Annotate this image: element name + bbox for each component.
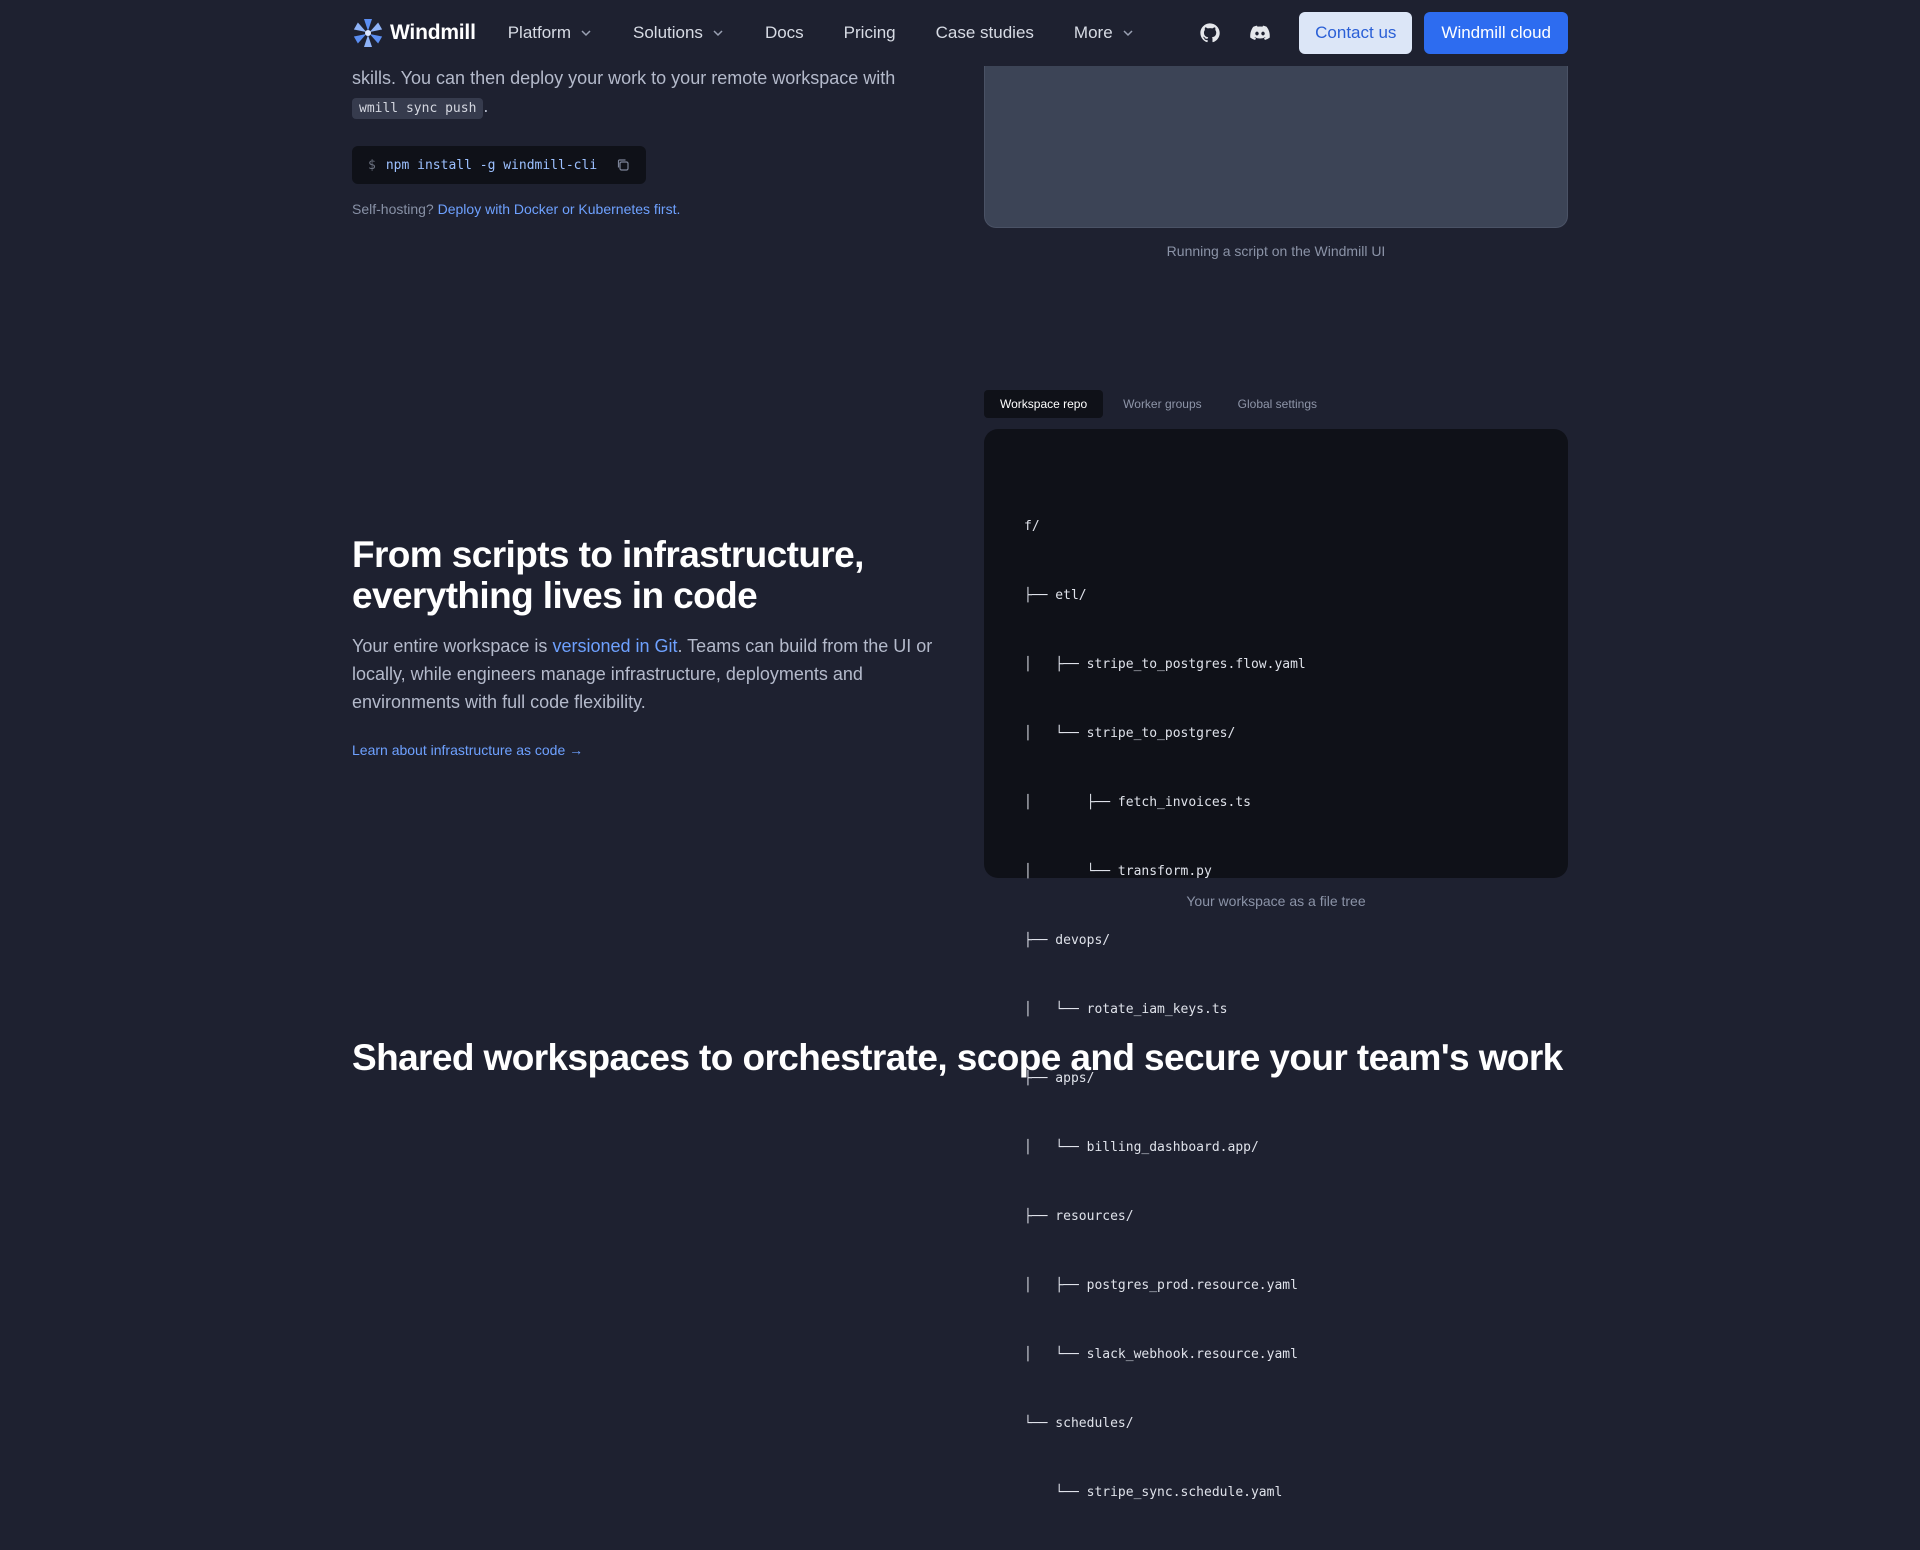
tab-workspace-repo[interactable]: Workspace repo — [984, 390, 1104, 418]
infra-title-line-2: everything lives in code — [352, 575, 758, 616]
file-tree-panel: f/ ├── etl/ │ ├── stripe_to_postgres.flo… — [984, 429, 1568, 1500]
brand-logo[interactable]: Windmill — [352, 17, 476, 49]
windmill-logo-icon — [353, 19, 383, 47]
file-tree: f/ ├── etl/ │ ├── stripe_to_postgres.flo… — [1024, 469, 1306, 1550]
tab-worker-groups[interactable]: Worker groups — [1107, 390, 1217, 418]
tree-line: ├── devops/ — [1024, 933, 1111, 948]
nav-item-label: Case studies — [935, 23, 1034, 42]
nav-item-label: Solutions — [633, 23, 703, 42]
nav-item-more[interactable]: More — [1074, 23, 1135, 43]
versioned-in-git-link[interactable]: versioned in Git — [552, 636, 677, 656]
windmill-cloud-button[interactable]: Windmill cloud — [1424, 12, 1568, 54]
learn-infra-as-code-link[interactable]: Learn about infrastructure as code → — [352, 742, 583, 758]
tree-line: │ └── slack_webhook.resource.yaml — [1024, 1347, 1298, 1362]
infra-section-title: From scripts to infrastructure, everythi… — [352, 534, 972, 616]
intro-text-after: . — [483, 96, 489, 116]
shared-workspaces-title: Shared workspaces to orchestrate, scope … — [352, 1037, 1563, 1078]
tree-line: │ └── stripe_to_postgres/ — [1024, 726, 1236, 741]
intro-text-before: skills. You can then deploy your work to… — [352, 68, 896, 88]
file-tree-caption: Your workspace as a file tree — [1186, 893, 1366, 909]
tree-line: └── stripe_sync.schedule.yaml — [1024, 1485, 1283, 1500]
config-tabs: Workspace repo Worker groups Global sett… — [984, 390, 1333, 418]
intro-paragraph: skills. You can then deploy your work to… — [352, 64, 952, 123]
infra-section-body: Your entire workspace is versioned in Gi… — [352, 632, 952, 716]
nav-buttons: Contact us Windmill cloud — [1299, 12, 1568, 54]
tree-line: │ └── rotate_iam_keys.ts — [1024, 1002, 1228, 1017]
tree-line: ├── etl/ — [1024, 588, 1087, 603]
discord-icon[interactable] — [1249, 22, 1271, 44]
tree-line: │ └── transform.py — [1024, 864, 1212, 879]
inline-code-sync-push: wmill sync push — [352, 98, 484, 119]
install-command-box: $ npm install -g windmill-cli — [352, 146, 646, 184]
social-icons — [1199, 22, 1271, 44]
install-command-text: npm install -g windmill-cli — [385, 157, 598, 173]
command-prompt: $ — [368, 157, 376, 173]
tree-line: └── schedules/ — [1024, 1416, 1134, 1431]
infra-title-line-1: From scripts to infrastructure, — [352, 534, 864, 575]
nav-item-label: More — [1073, 23, 1113, 42]
nav-item-label: Docs — [764, 23, 804, 42]
copy-icon[interactable] — [616, 158, 630, 172]
self-hosting-prefix: Self-hosting? — [352, 201, 438, 217]
brand-name: Windmill — [390, 21, 476, 44]
top-navbar: Windmill Platform Solutions Docs Pricing… — [0, 0, 1920, 66]
nav-item-platform[interactable]: Platform — [508, 23, 593, 43]
tree-line: │ ├── fetch_invoices.ts — [1024, 795, 1251, 810]
chevron-down-icon — [581, 30, 591, 37]
tree-line: │ ├── stripe_to_postgres.flow.yaml — [1024, 657, 1306, 672]
contact-us-button[interactable]: Contact us — [1299, 12, 1413, 54]
tree-line: ├── resources/ — [1024, 1209, 1134, 1224]
github-icon[interactable] — [1199, 22, 1221, 44]
nav-item-pricing[interactable]: Pricing — [844, 23, 896, 43]
nav-item-solutions[interactable]: Solutions — [633, 23, 725, 43]
deploy-docker-kubernetes-link[interactable]: Deploy with Docker or Kubernetes first. — [438, 201, 681, 217]
nav-item-label: Platform — [507, 23, 571, 42]
nav-item-docs[interactable]: Docs — [765, 23, 804, 43]
nav-item-case-studies[interactable]: Case studies — [936, 23, 1034, 43]
tab-global-settings[interactable]: Global settings — [1222, 390, 1333, 418]
self-hosting-note: Self-hosting? Deploy with Docker or Kube… — [352, 201, 680, 217]
tree-line: │ ├── postgres_prod.resource.yaml — [1024, 1278, 1298, 1293]
chevron-down-icon — [1123, 30, 1133, 37]
chevron-down-icon — [713, 30, 723, 37]
preview-caption: Running a script on the Windmill UI — [1166, 243, 1386, 259]
tree-line: f/ — [1024, 519, 1040, 534]
tree-line: │ └── billing_dashboard.app/ — [1024, 1140, 1259, 1155]
navbar-inner: Windmill Platform Solutions Docs Pricing… — [352, 0, 1568, 66]
nav-item-label: Pricing — [843, 23, 896, 42]
infra-body-before: Your entire workspace is — [352, 636, 553, 656]
ui-preview-frame — [984, 56, 1568, 228]
